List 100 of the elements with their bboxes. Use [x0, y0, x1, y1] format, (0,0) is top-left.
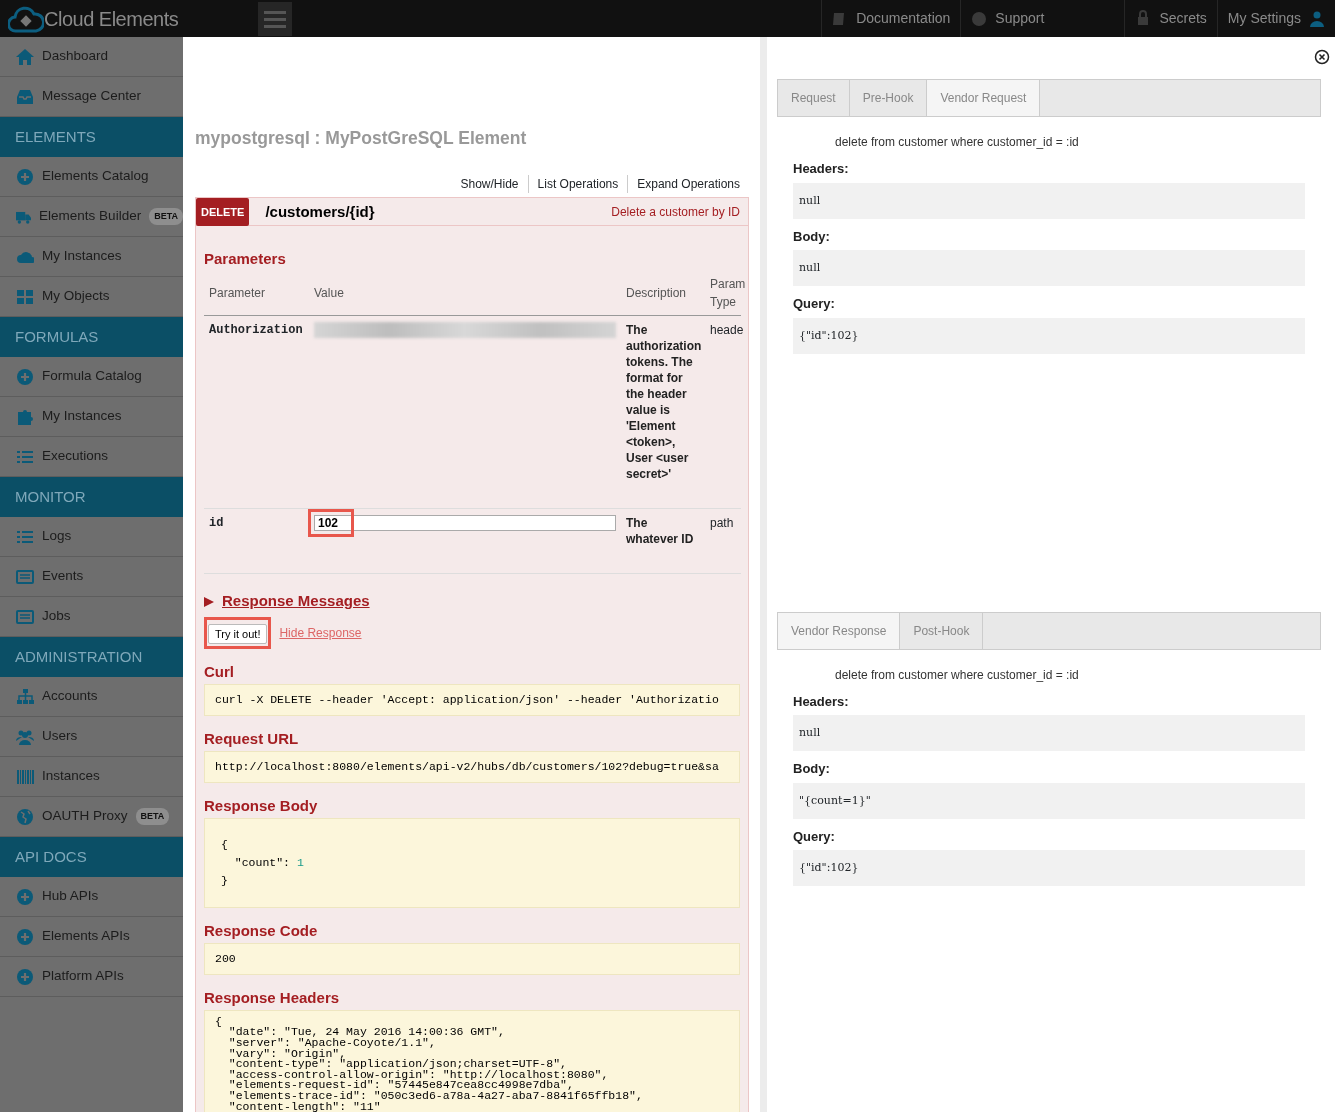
operation-link[interactable]: Expand Operations	[627, 175, 749, 194]
sidebar-section-header: MONITOR	[0, 477, 183, 517]
barcode-icon	[16, 767, 34, 786]
menu-button[interactable]	[258, 1, 292, 36]
sidebar-item-label: Executions	[42, 447, 109, 466]
sidebar-item[interactable]: Elements APIs	[0, 917, 183, 957]
sidebar-item-label: Elements APIs	[42, 927, 130, 946]
element-title: mypostgresql : MyPostGreSQL Element	[195, 127, 528, 150]
list-card-icon	[16, 567, 34, 586]
sql-statement: delete from customer where customer_id = :id	[834, 666, 1080, 684]
home-icon	[16, 47, 34, 66]
list-card-icon	[16, 607, 34, 626]
field-label: Body:	[793, 760, 831, 778]
sidebar-item-label: Accounts	[42, 687, 98, 706]
plus-circle-icon	[16, 167, 34, 186]
beta-badge: BETA	[135, 807, 170, 826]
code-value: {"id":102}	[793, 317, 1305, 354]
sitemap-icon	[16, 687, 34, 706]
inbox-icon	[16, 87, 34, 106]
section-heading: Parameters	[204, 250, 287, 269]
operation-summary: Delete a customer by ID	[611, 203, 740, 221]
parameter-description: The authorization tokens. The format for the header value is 'Element <token>, User <user secret>'	[621, 315, 705, 509]
sidebar-item-label: Events	[42, 567, 84, 586]
person-icon	[1309, 9, 1325, 28]
tab[interactable]: Vendor Response	[778, 612, 901, 649]
sidebar-item[interactable]: Elements Builder BETA	[0, 197, 183, 237]
code-block: 200	[204, 942, 740, 975]
sidebar-item-label: Hub APIs	[42, 887, 99, 906]
section-heading: Curl	[204, 662, 235, 681]
globe-icon	[16, 807, 34, 826]
sidebar-item[interactable]: My Instances	[0, 397, 183, 437]
field-label: Query:	[793, 295, 836, 313]
code-block: http://localhost:8080/elements/api-v2/hubs/db/customers/102?debug=true&sa	[204, 750, 740, 783]
input-field[interactable]: 102	[314, 515, 616, 532]
sidebar-item-label: OAUTH Proxy	[42, 807, 128, 826]
sidebar-item-label: My Objects	[42, 287, 110, 306]
field-label: Body:	[793, 227, 831, 246]
plus-circle-icon	[16, 927, 34, 946]
section-heading: Response Body	[204, 796, 319, 815]
sidebar-item-label: Instances	[42, 767, 100, 786]
grid-icon	[16, 287, 34, 306]
plus-circle-icon	[16, 967, 34, 986]
sidebar-item[interactable]: Formula Catalog	[0, 357, 183, 397]
field-label: Query:	[793, 827, 836, 846]
sidebar-item-label: My Instances	[42, 247, 122, 266]
code-value: "{count=1}"	[793, 782, 1305, 819]
code-value: null	[793, 182, 1305, 219]
section-heading: Response Code	[204, 921, 319, 940]
sidebar-section-header: FORMULAS	[0, 317, 183, 357]
sidebar-section-header: API DOCS	[0, 837, 183, 877]
code-block: curl -X DELETE --header 'Accept: application/json' --header 'Authorizatio	[204, 683, 740, 716]
beta-badge: BETA	[149, 207, 183, 226]
tab[interactable]: Vendor Request	[927, 80, 1041, 116]
menu-icon	[264, 9, 286, 28]
sidebar-item-label: Jobs	[42, 607, 71, 626]
sidebar-item[interactable]: Platform APIs	[0, 957, 183, 997]
sidebar-item-label: Message Center	[42, 87, 142, 106]
parameter-name: id	[204, 508, 309, 574]
column-header: Value	[309, 271, 621, 316]
section-heading: Response Headers	[204, 988, 341, 1007]
parameter-name: Authorization	[204, 315, 309, 509]
column-header: Description	[621, 271, 705, 316]
plus-circle-icon	[16, 367, 34, 386]
highlight-frame	[308, 509, 354, 538]
column-header: Parameter	[204, 271, 309, 316]
sidebar-item-label: Elements Builder	[39, 207, 142, 226]
sidebar-section-header: ADMINISTRATION	[0, 637, 183, 677]
try-it-out-button[interactable]: Try it out!	[208, 623, 268, 645]
sidebar-item[interactable]: Elements Catalog	[0, 157, 183, 197]
close-icon[interactable]	[1314, 49, 1330, 65]
parameter-description: The whatever ID	[621, 508, 705, 574]
sql-statement: delete from customer where customer_id = :id	[834, 134, 1080, 151]
puzzle-icon	[16, 407, 34, 426]
code-value: null	[793, 250, 1305, 286]
sidebar-item-label: My Instances	[42, 407, 122, 426]
sidebar-item-label: Users	[42, 727, 78, 746]
hide-response-link[interactable]: Hide Response	[279, 623, 362, 642]
plus-circle-icon	[16, 887, 34, 906]
section-heading: Request URL	[204, 729, 300, 748]
code-value: null	[793, 715, 1305, 751]
response-messages-link[interactable]: Response Messages	[222, 590, 370, 613]
sidebar-item-label: Platform APIs	[42, 967, 124, 986]
operation-link[interactable]: Show/Hide	[451, 175, 528, 194]
sidebar-item-label: Dashboard	[42, 47, 109, 66]
code-value: {"id":102}	[793, 850, 1305, 886]
code-block: { "count": 1 }	[204, 817, 740, 908]
endpoint-path[interactable]: /customers/{id}	[265, 200, 375, 223]
sidebar-item-label: Elements Catalog	[42, 167, 149, 186]
brand-name[interactable]: Cloud Elements	[44, 3, 179, 34]
http-method-badge: DELETE	[196, 197, 250, 226]
parameter-type: heade	[705, 315, 741, 509]
operation-link[interactable]: List Operations	[527, 175, 628, 194]
field-label: Headers:	[793, 692, 850, 711]
sidebar-item[interactable]: Hub APIs	[0, 877, 183, 917]
parameter-type: path	[705, 508, 741, 574]
sidebar-section-header: ELEMENTS	[0, 117, 183, 157]
sidebar-item-label: Logs	[42, 527, 72, 546]
code-block: { "date": "Tue, 24 May 2016 14:00:36 GMT", "server": "Apache-Coyote/1.1", "vary": "Origin", "content-type": "application/json;charset=UTF-8", "access-control-allow-origin": "http://localhost:8080", "elements-request-id": "57445e847cea8cc4998e7dba", "elements-trace-id": "050c3ed6-a78a-4a27-aba7-8841f65ffb18", "content-length": "11"	[204, 1009, 740, 1112]
triangle-icon	[204, 595, 214, 608]
field-label: Headers:	[793, 160, 850, 178]
